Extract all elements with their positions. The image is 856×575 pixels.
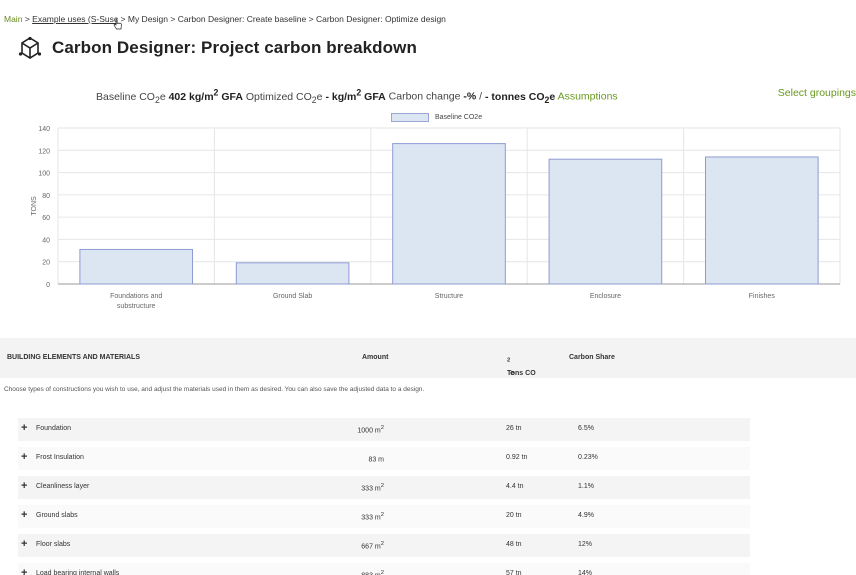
carbon-change-separator: / bbox=[479, 90, 483, 103]
element-tons: 20 tn bbox=[506, 512, 522, 519]
carbon-breakdown-chart: 0 20 40 60 80 100 120 140 TONS Foundations and sub… bbox=[31, 126, 841, 310]
instructions-text: Choose types of constructions you wish t… bbox=[4, 386, 425, 393]
element-carbon-share: 6.5% bbox=[578, 425, 594, 432]
x-tick-label: Ground Slab bbox=[273, 293, 312, 300]
element-name: Floor slabs bbox=[36, 541, 71, 548]
page-title: Carbon Designer: Project carbon breakdow… bbox=[52, 38, 417, 57]
table-row[interactable]: + Foundation 1000 m2 26 tn 6.5% bbox=[18, 416, 750, 445]
expand-plus-icon[interactable]: + bbox=[21, 509, 27, 521]
element-carbon-share: 14% bbox=[578, 570, 593, 575]
baseline-value: 402 kg/m2 GFA bbox=[168, 87, 243, 103]
element-name: Ground slabs bbox=[36, 512, 78, 519]
row-background bbox=[18, 476, 750, 499]
carbon-summary: Baseline CO2e 402 kg/m2 GFA Optimized CO… bbox=[96, 87, 618, 105]
optimized-value: - kg/m2 GFA bbox=[325, 87, 386, 103]
title-row: Carbon Designer: Project carbon breakdow… bbox=[18, 36, 417, 60]
x-tick-label: Finishes bbox=[749, 293, 776, 300]
element-tons: 26 tn bbox=[506, 425, 522, 432]
element-tons: 0.92 tn bbox=[506, 454, 528, 461]
breadcrumb-optimize-design[interactable]: Carbon Designer: Optimize design bbox=[316, 14, 446, 24]
breadcrumb-separator: > bbox=[308, 14, 314, 24]
table-row[interactable]: + Ground slabs 333 m2 20 tn 4.9% bbox=[18, 503, 750, 532]
expand-plus-icon[interactable]: + bbox=[21, 451, 27, 463]
y-tick-label: 80 bbox=[42, 193, 50, 200]
structure-cube-icon bbox=[18, 36, 42, 59]
bar-enclosure bbox=[548, 158, 663, 285]
y-tick-label: 120 bbox=[38, 148, 50, 155]
x-tick-label: Structure bbox=[435, 293, 464, 300]
table-row[interactable]: + Floor slabs 667 m2 48 tn 12% bbox=[18, 532, 750, 561]
header-carbon-share: Carbon Share bbox=[569, 354, 615, 361]
row-background bbox=[18, 505, 750, 528]
bar-ground-slab bbox=[235, 262, 350, 285]
breadcrumb-separator: > bbox=[170, 14, 176, 24]
element-carbon-share: 1.1% bbox=[578, 483, 594, 490]
header-tons: Tons CO 2 e bbox=[507, 357, 536, 377]
element-name: Frost Insulation bbox=[36, 454, 84, 461]
element-carbon-share: 0.23% bbox=[578, 454, 598, 461]
select-groupings-link[interactable]: Select groupings bbox=[778, 87, 856, 99]
element-tons: 57 tn bbox=[506, 570, 522, 575]
element-amount: 667 m2 bbox=[361, 541, 384, 551]
building-elements-list: + Foundation 1000 m2 26 tn 6.5% + Frost Insula… bbox=[18, 416, 750, 575]
assumptions-link[interactable]: Assumptions bbox=[558, 91, 618, 103]
row-background bbox=[18, 447, 750, 470]
element-amount: 333 m2 bbox=[361, 512, 384, 522]
row-background bbox=[18, 563, 750, 575]
x-tick-label: Foundations and bbox=[110, 293, 162, 300]
breadcrumb-main[interactable]: Main bbox=[4, 14, 22, 24]
table-header: BUILDING ELEMENTS AND MATERIALS Amount T… bbox=[0, 338, 856, 378]
bar-finishes bbox=[704, 156, 819, 285]
element-amount: 83 m bbox=[368, 456, 384, 464]
y-tick-label: 0 bbox=[46, 282, 50, 289]
element-name: Cleanliness layer bbox=[36, 483, 90, 490]
breadcrumb-create-baseline[interactable]: Carbon Designer: Create baseline bbox=[178, 14, 307, 24]
y-tick-label: 20 bbox=[42, 260, 50, 267]
expand-plus-icon[interactable]: + bbox=[21, 422, 27, 434]
element-amount: 883 m2 bbox=[361, 570, 384, 575]
header-amount: Amount bbox=[362, 354, 389, 361]
y-tick-label: 40 bbox=[42, 237, 50, 244]
table-row[interactable]: + Cleanliness layer 333 m2 4.4 tn 1.1% bbox=[18, 474, 750, 503]
carbon-change-pct: -% bbox=[463, 90, 477, 103]
breadcrumb-example-uses[interactable]: Example uses (S-Susc bbox=[32, 14, 118, 24]
breadcrumb: Main > Example uses (S-Susc > My Design … bbox=[4, 14, 446, 24]
row-background bbox=[18, 418, 750, 441]
bar-structure bbox=[392, 143, 506, 285]
optimized-label: Optimized CO2e bbox=[245, 90, 323, 105]
y-tick-label: 100 bbox=[38, 171, 50, 178]
element-name: Load bearing internal walls bbox=[36, 570, 120, 575]
baseline-label: Baseline CO2e bbox=[96, 90, 166, 105]
expand-plus-icon[interactable]: + bbox=[21, 480, 27, 492]
carbon-change-tonnes: - tonnes CO2e bbox=[485, 90, 556, 105]
hand-cursor-icon bbox=[113, 18, 122, 30]
breadcrumb-my-design[interactable]: My Design bbox=[128, 14, 168, 24]
bar-foundations-and-substructure bbox=[79, 248, 194, 285]
y-axis-label: TONS bbox=[31, 196, 38, 216]
row-background bbox=[18, 534, 750, 557]
breadcrumb-separator: > bbox=[24, 14, 30, 24]
header-elements: BUILDING ELEMENTS AND MATERIALS bbox=[7, 354, 140, 361]
element-name: Foundation bbox=[36, 425, 72, 432]
table-row[interactable]: + Load bearing internal walls 883 m2 57 tn 1… bbox=[18, 561, 750, 575]
x-tick-label: Enclosure bbox=[590, 293, 621, 300]
element-tons: 48 tn bbox=[506, 541, 522, 548]
x-tick-label: substructure bbox=[117, 303, 156, 310]
expand-plus-icon[interactable]: + bbox=[21, 567, 27, 575]
element-tons: 4.4 tn bbox=[506, 483, 524, 490]
element-amount: 333 m2 bbox=[361, 483, 384, 493]
table-row[interactable]: + Frost Insulation 83 m 0.92 tn 0.23% bbox=[18, 445, 750, 474]
element-carbon-share: 12% bbox=[578, 541, 593, 548]
y-tick-label: 140 bbox=[38, 126, 50, 133]
y-tick-label: 60 bbox=[42, 215, 50, 222]
carbon-change-label: Carbon change bbox=[388, 90, 461, 103]
expand-plus-icon[interactable]: + bbox=[21, 538, 27, 550]
element-carbon-share: 4.9% bbox=[578, 512, 594, 519]
element-amount: 1000 m2 bbox=[357, 425, 384, 435]
